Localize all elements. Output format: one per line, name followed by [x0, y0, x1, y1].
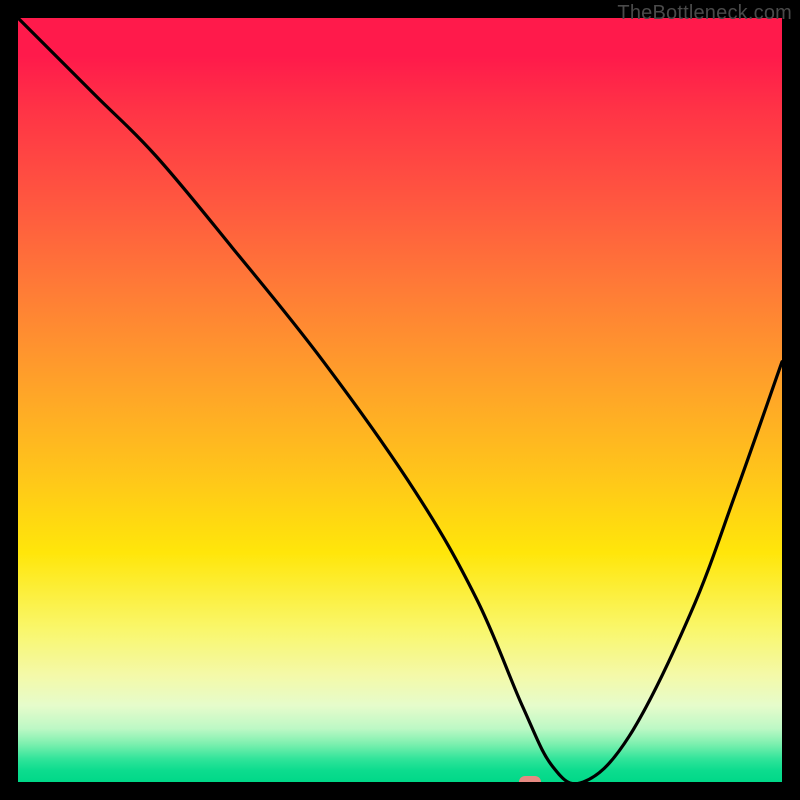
plot-area: [18, 18, 782, 782]
chart-frame: TheBottleneck.com: [0, 0, 800, 800]
bottleneck-curve: [18, 18, 782, 782]
watermark-text: TheBottleneck.com: [617, 2, 792, 25]
optimal-marker: [519, 776, 541, 782]
